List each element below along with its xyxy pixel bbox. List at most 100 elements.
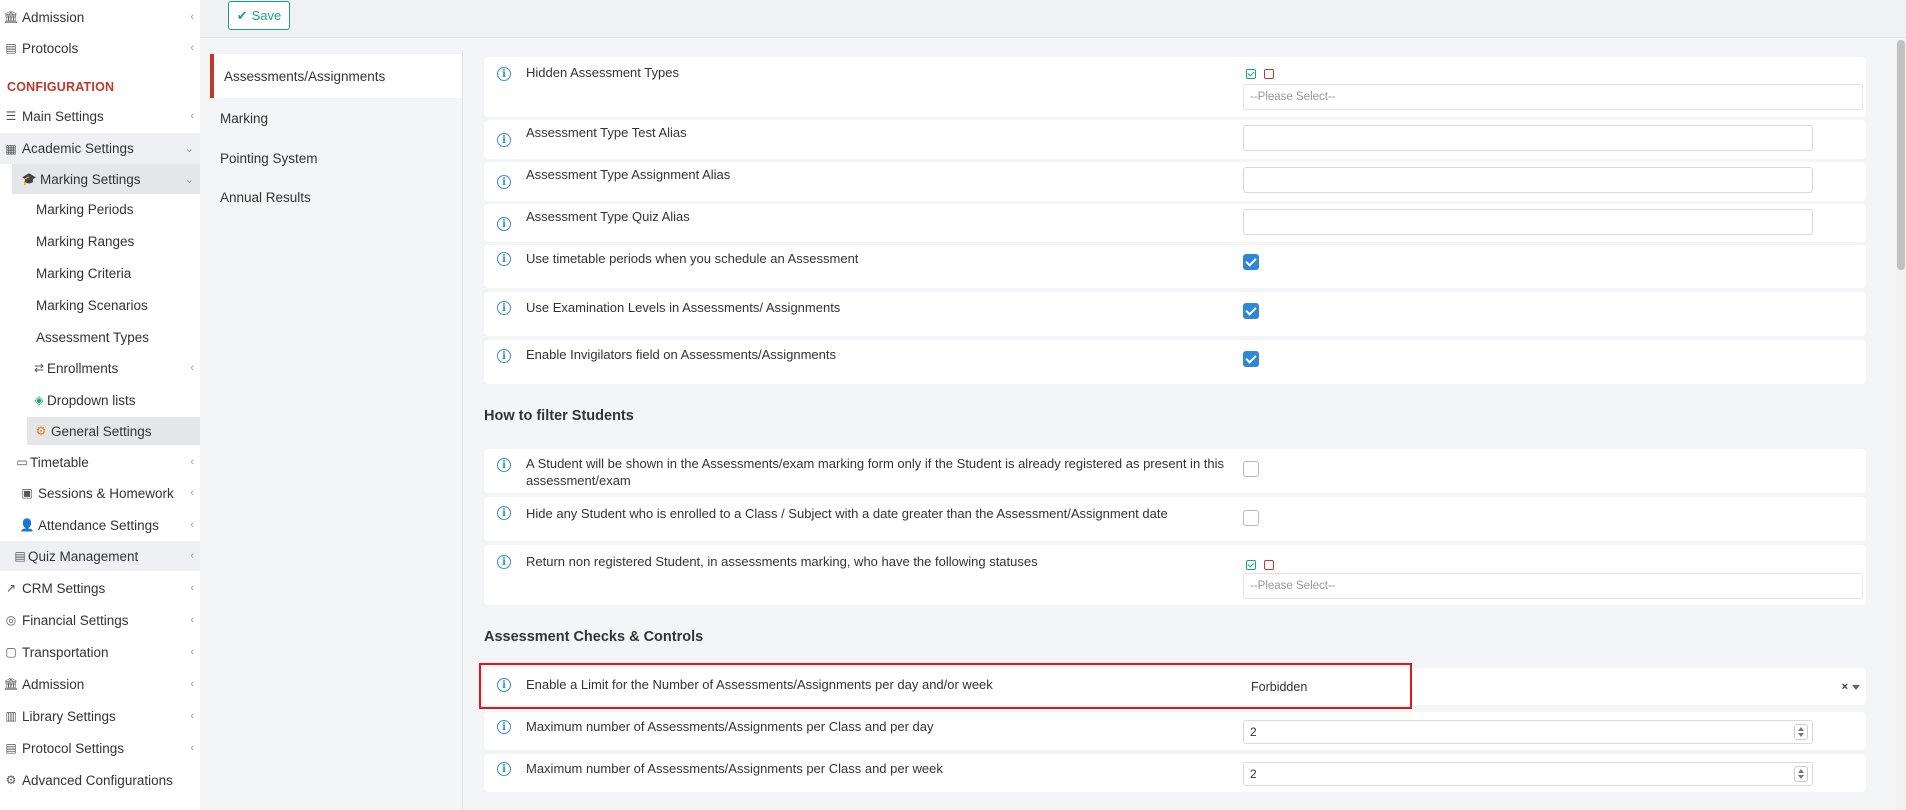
info-icon[interactable]: i <box>497 762 511 776</box>
deselect-all-icon[interactable] <box>1264 560 1274 570</box>
sidebar-item-general-settings[interactable]: ⚙ General Settings <box>27 417 200 445</box>
sidebar-item-timetable[interactable]: ▭ Timetable ‹ <box>0 447 200 477</box>
chevron-left-icon: ‹ <box>190 710 194 722</box>
sidebar-item-advanced-configurations[interactable]: ⚙ Advanced Configurations <box>0 765 200 795</box>
select-all-icon[interactable] <box>1246 560 1256 570</box>
layers-icon: ◈ <box>34 393 44 407</box>
test-alias-input[interactable] <box>1243 125 1813 151</box>
assignment-alias-input[interactable] <box>1243 167 1813 193</box>
sidebar-item-label: CRM Settings <box>22 580 106 596</box>
setting-label: Enable Invigilators field on Assessments… <box>526 347 836 362</box>
deselect-all-icon[interactable] <box>1264 69 1274 79</box>
chevron-left-icon: ‹ <box>190 678 194 690</box>
sidebar-item-label: Protocol Settings <box>22 740 125 756</box>
sidebar-item-crm-settings[interactable]: ↗ CRM Settings ‹ <box>0 573 200 603</box>
chevron-left-icon: ‹ <box>190 11 194 23</box>
invigilators-checkbox[interactable] <box>1243 351 1259 367</box>
info-icon[interactable]: i <box>497 133 511 147</box>
registered-present-checkbox[interactable] <box>1243 461 1259 477</box>
info-icon[interactable]: i <box>497 458 511 472</box>
sidebar-item-sessions-homework[interactable]: ▣ Sessions & Homework ‹ <box>0 478 200 508</box>
sidebar-item-dropdown-lists[interactable]: ◈ Dropdown lists <box>0 385 200 415</box>
max-per-day-input[interactable]: 2 <box>1243 720 1813 744</box>
hide-enrolled-checkbox[interactable] <box>1243 510 1259 526</box>
sidebar-item-label: Timetable <box>30 454 89 470</box>
sidebar-item-admission-2[interactable]: 🏛 Admission ‹ <box>0 669 200 699</box>
clear-icon[interactable]: × <box>1842 681 1848 693</box>
sidebar-item-library-settings[interactable]: ▥ Library Settings ‹ <box>0 701 200 731</box>
non-registered-statuses-select[interactable]: --Please Select-- <box>1243 573 1863 599</box>
info-icon[interactable]: i <box>497 175 511 189</box>
number-stepper[interactable] <box>1794 724 1808 740</box>
calendar-icon: ▭ <box>16 455 28 469</box>
info-icon[interactable]: i <box>497 217 511 231</box>
number-stepper[interactable] <box>1794 766 1808 782</box>
chevron-left-icon: ‹ <box>190 582 194 594</box>
tab-pointing-system[interactable]: Pointing System <box>210 141 462 175</box>
books-icon: ▥ <box>5 709 17 723</box>
sidebar-item-marking-settings[interactable]: 🎓 Marking Settings ⌄ <box>12 164 200 194</box>
chevron-left-icon: ‹ <box>190 614 194 626</box>
setting-row-assessment-limit: i Enable a Limit for the Number of Asses… <box>484 668 1866 705</box>
sidebar-item-marking-periods[interactable]: Marking Periods <box>0 194 200 224</box>
info-icon[interactable]: i <box>497 67 511 81</box>
setting-row-timetable-periods: i Use timetable periods when you schedul… <box>484 245 1866 288</box>
hidden-assessment-types-select[interactable]: --Please Select-- <box>1243 84 1863 110</box>
setting-label: Maximum number of Assessments/Assignment… <box>526 761 943 776</box>
setting-label: Maximum number of Assessments/Assignment… <box>526 719 934 734</box>
select-all-icon[interactable] <box>1246 69 1256 79</box>
assessment-limit-select[interactable]: Forbidden × <box>1242 674 1864 700</box>
setting-row-invigilators: i Enable Invigilators field on Assessmen… <box>484 340 1866 384</box>
institution-icon: 🏛 <box>3 677 19 691</box>
dropdown-arrow-icon[interactable] <box>1852 685 1860 690</box>
sidebar-item-main-settings[interactable]: ☰ Main Settings ‹ <box>0 101 200 131</box>
tab-assessments-assignments[interactable]: Assessments/Assignments <box>210 54 462 98</box>
sidebar-item-academic-settings[interactable]: ▦ Academic Settings ⌄ <box>0 133 200 164</box>
examination-levels-checkbox[interactable] <box>1243 303 1259 319</box>
check-icon: ✔ <box>236 7 248 23</box>
sidebar-item-label: Marking Ranges <box>36 233 135 249</box>
sidebar-item-label: Library Settings <box>22 708 116 724</box>
user-check-icon: 👤 <box>19 518 35 532</box>
tab-label: Marking <box>220 110 269 126</box>
sidebar-item-assessment-types[interactable]: Assessment Types <box>0 322 200 352</box>
sidebar-item-label: Dropdown lists <box>47 392 136 408</box>
sidebar-item-marking-scenarios[interactable]: Marking Scenarios <box>0 290 200 320</box>
scrollbar[interactable] <box>1896 40 1906 810</box>
sidebar-item-label: Academic Settings <box>22 141 134 156</box>
quiz-alias-input[interactable] <box>1243 209 1813 235</box>
input-value: 2 <box>1250 767 1257 781</box>
max-per-week-input[interactable]: 2 <box>1243 762 1813 786</box>
info-icon[interactable]: i <box>497 506 511 520</box>
sidebar-item-protocol-settings[interactable]: ▤ Protocol Settings ‹ <box>0 733 200 763</box>
sidebar-item-admission[interactable]: 🏛 Admission ‹ <box>0 2 200 32</box>
sidebar-item-label: Protocols <box>22 40 79 56</box>
info-icon[interactable]: i <box>497 301 511 315</box>
info-icon[interactable]: i <box>497 678 511 692</box>
chevron-left-icon: ‹ <box>190 362 194 374</box>
tab-marking[interactable]: Marking <box>210 101 462 135</box>
info-icon[interactable]: i <box>497 720 511 734</box>
sidebar-item-marking-ranges[interactable]: Marking Ranges <box>0 226 200 256</box>
info-icon[interactable]: i <box>497 349 511 363</box>
save-button-label: Save <box>251 8 282 23</box>
scrollbar-thumb[interactable] <box>1897 40 1905 270</box>
sidebar-item-financial-settings[interactable]: ◎ Financial Settings ‹ <box>0 605 200 635</box>
save-button[interactable]: ✔ Save <box>228 1 290 30</box>
sidebar-item-attendance-settings[interactable]: 👤 Attendance Settings ‹ <box>0 510 200 540</box>
sidebar-item-transportation[interactable]: ▢ Transportation ‹ <box>0 637 200 667</box>
setting-row-registered-present: i A Student will be shown in the Assessm… <box>484 449 1866 493</box>
sidebar-item-protocols[interactable]: ▤ Protocols ‹ <box>0 33 200 63</box>
sidebar-item-label: Marking Criteria <box>36 265 132 281</box>
section-heading-checks-controls: Assessment Checks & Controls <box>484 629 704 645</box>
settings-tab-menu: Assessments/Assignments Marking Pointing… <box>210 50 462 810</box>
graduation-cap-icon: 🎓 <box>21 172 37 186</box>
info-icon[interactable]: i <box>497 555 511 569</box>
timetable-periods-checkbox[interactable] <box>1243 254 1259 270</box>
sidebar-item-marking-criteria[interactable]: Marking Criteria <box>0 258 200 288</box>
sidebar-item-enrollments[interactable]: ⇄ Enrollments ‹ <box>0 353 200 383</box>
sidebar-item-label: Advanced Configurations <box>22 772 173 788</box>
sidebar-item-quiz-management[interactable]: ▤ Quiz Management ‹ <box>0 541 200 571</box>
tab-annual-results[interactable]: Annual Results <box>210 180 462 214</box>
info-icon[interactable]: i <box>497 252 511 266</box>
